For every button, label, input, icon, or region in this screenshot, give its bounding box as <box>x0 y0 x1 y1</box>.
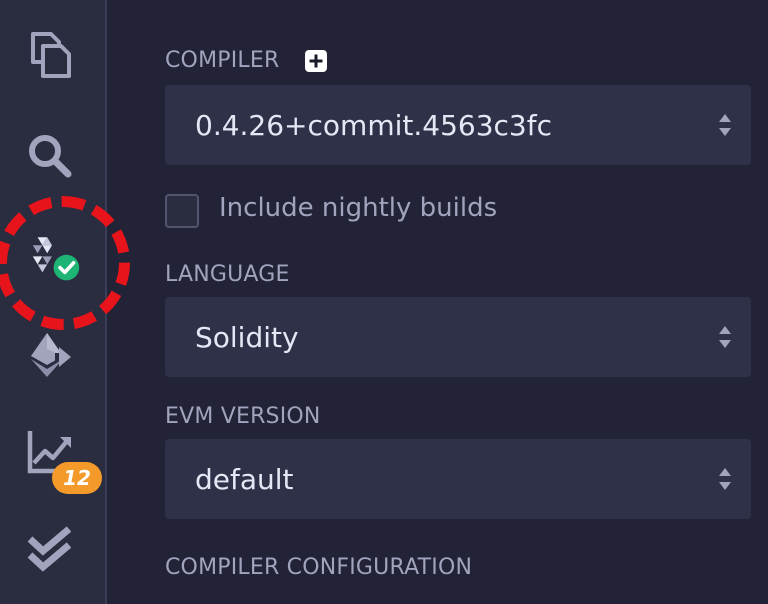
evm-version-select[interactable]: default <box>165 439 751 519</box>
deploy-run-icon[interactable] <box>22 326 78 382</box>
evm-version-value: default <box>195 462 294 496</box>
select-caret-icon <box>719 468 731 490</box>
icon-sidebar: 12 <box>0 0 130 604</box>
add-compiler-icon[interactable] <box>305 50 327 72</box>
language-label: LANGUAGE <box>165 262 290 287</box>
compiler-label: COMPILER <box>165 48 280 73</box>
compiler-version-select[interactable]: 0.4.26+commit.4563c3fc <box>165 85 751 165</box>
language-value: Solidity <box>195 320 299 354</box>
file-explorer-icon[interactable] <box>22 26 78 82</box>
analysis-badge: 12 <box>52 462 102 494</box>
compiler-configuration-label: COMPILER CONFIGURATION <box>165 555 473 580</box>
language-select[interactable]: Solidity <box>165 297 751 377</box>
nightly-builds-checkbox[interactable] <box>165 194 199 228</box>
evm-version-label: EVM VERSION <box>165 404 321 429</box>
solidity-compiler-icon[interactable] <box>28 230 84 286</box>
compiler-version-value: 0.4.26+commit.4563c3fc <box>195 108 552 142</box>
select-caret-icon <box>719 114 731 136</box>
search-icon[interactable] <box>22 128 78 184</box>
nightly-builds-label: Include nightly builds <box>219 193 498 223</box>
select-caret-icon <box>719 326 731 348</box>
testing-icon[interactable] <box>22 522 78 578</box>
